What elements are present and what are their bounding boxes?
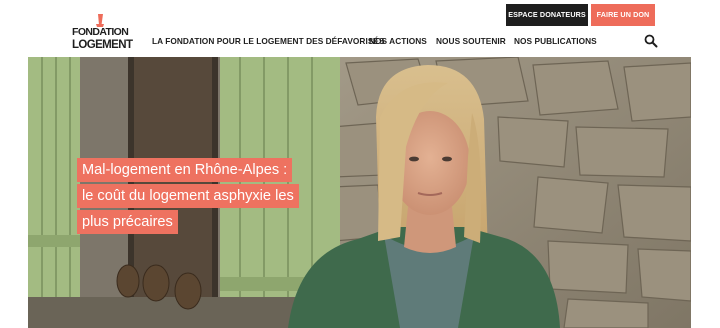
logo[interactable]: FONDATION LOGEMENT	[70, 14, 133, 54]
donor-space-button[interactable]: ESPACE DONATEURS	[506, 4, 588, 26]
hero-headline-line2[interactable]: le coût du logement asphyxie les	[77, 184, 299, 208]
hero-headline[interactable]: Mal-logement en Rhône-Alpes : le coût du…	[77, 158, 377, 236]
nav-item-actions[interactable]: NOS ACTIONS	[369, 36, 427, 46]
hero-banner[interactable]: Mal-logement en Rhône-Alpes : le coût du…	[28, 57, 691, 328]
search-icon[interactable]	[644, 34, 658, 48]
donate-button[interactable]: FAIRE UN DON	[591, 4, 655, 26]
hero-headline-line3[interactable]: plus précaires	[77, 210, 178, 234]
main-nav: LA FONDATION POUR LE LOGEMENT DES DÉFAVO…	[0, 36, 720, 48]
hero-headline-line1[interactable]: Mal-logement en Rhône-Alpes :	[77, 158, 293, 182]
nav-item-foundation[interactable]: LA FONDATION POUR LE LOGEMENT DES DÉFAVO…	[152, 36, 385, 46]
nav-item-publications[interactable]: NOS PUBLICATIONS	[514, 36, 597, 46]
nav-item-support[interactable]: NOUS SOUTENIR	[436, 36, 506, 46]
